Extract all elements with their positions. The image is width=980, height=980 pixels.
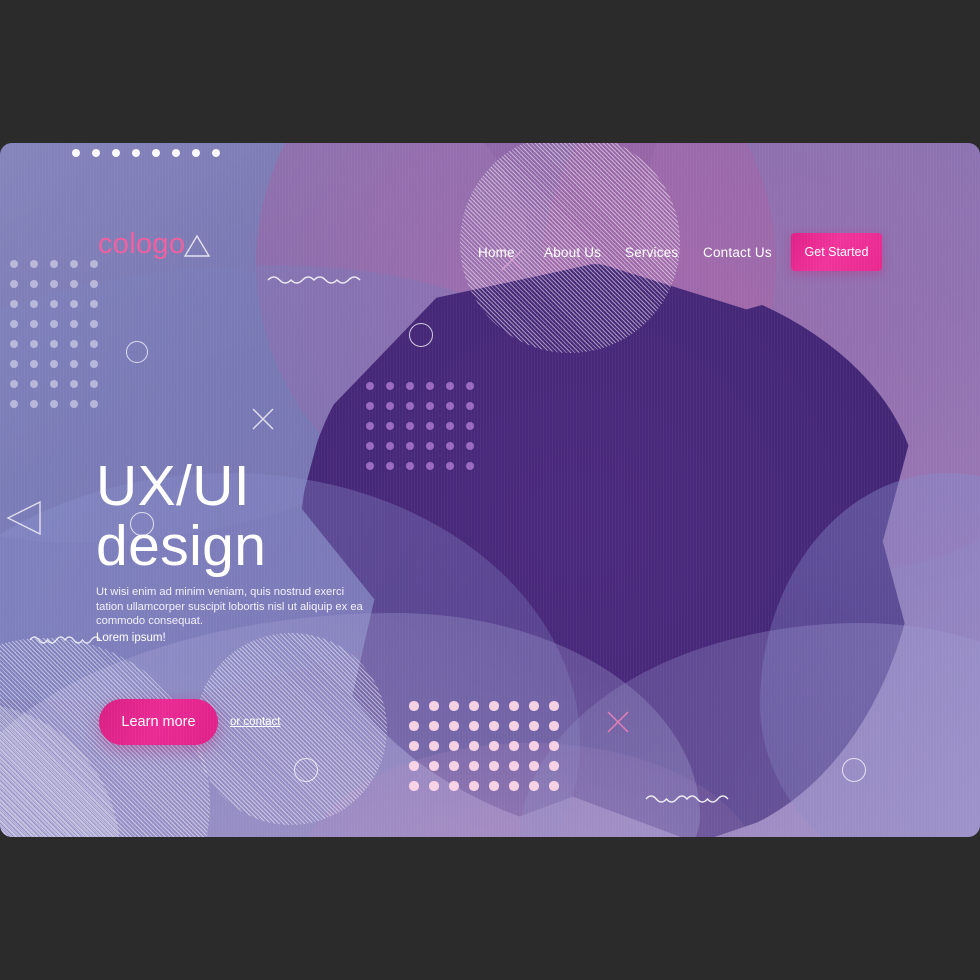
hero-paragraph: Ut wisi enim ad minim veniam, quis nostr… (96, 586, 363, 628)
screenshot-root: cologo Home About Us Services Contact Us… (0, 0, 980, 980)
nav-services[interactable]: Services (625, 245, 678, 260)
get-started-button[interactable]: Get Started (791, 233, 882, 271)
brand-logo[interactable]: cologo (98, 228, 213, 261)
triangle-outline-icon (184, 234, 211, 257)
learn-more-button[interactable]: Learn more (99, 699, 218, 745)
nav-about-us[interactable]: About Us (544, 245, 601, 260)
headline-line-1: UX/UI (96, 454, 251, 519)
nav-home[interactable]: Home (478, 245, 515, 260)
brand-name: cologo (98, 228, 186, 260)
page-title: UX/UI design (96, 456, 266, 576)
nav-contact-us[interactable]: Contact Us (703, 245, 772, 260)
hero-lorem-text: Lorem ipsum! (96, 632, 166, 644)
headline-line-2: design (96, 514, 267, 579)
or-contact-link[interactable]: or contact (230, 716, 281, 728)
hero-content: cologo Home About Us Services Contact Us… (0, 0, 980, 980)
